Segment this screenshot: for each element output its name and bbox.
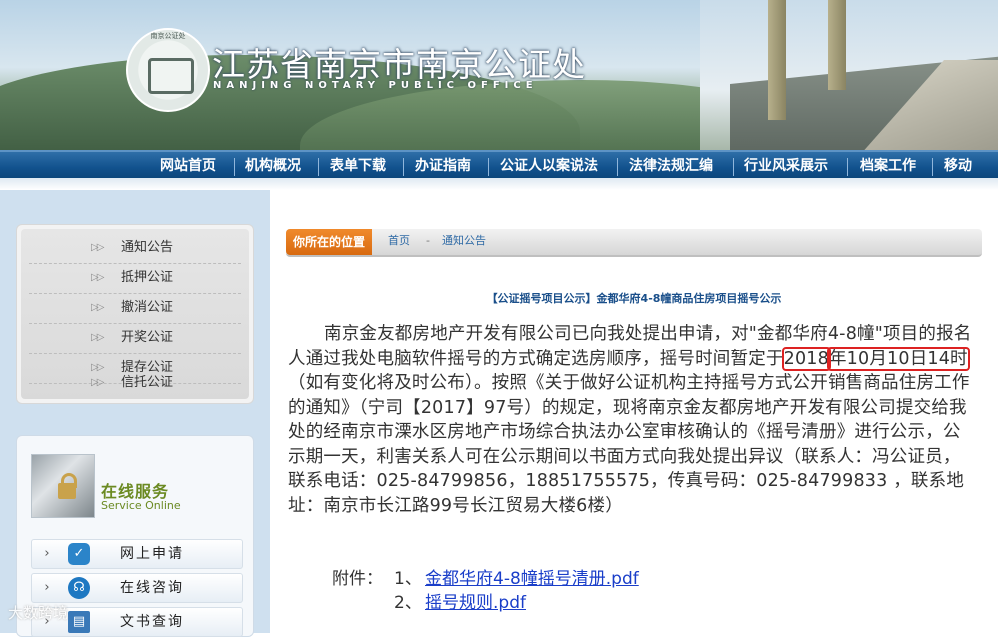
menu-item-label: 抵押公证	[121, 270, 174, 285]
nav-item-cases[interactable]: 公证人以案说法	[500, 152, 598, 180]
highlight-year: 2018	[781, 346, 831, 371]
attachment-link-text[interactable]: 摇号规则.pdf	[425, 593, 526, 613]
double-arrow-icon: ▷▷	[91, 302, 104, 313]
header-banner: 南京公证处 江苏省南京市南京公证处 NANJING NOTARY PUBLIC …	[0, 0, 998, 150]
checklist-icon: ✓	[68, 543, 90, 565]
service-item-label: 网上申请	[120, 546, 184, 562]
double-arrow-icon: ▷▷	[91, 377, 104, 388]
category-menu-inner: ▷▷ 通知公告 ▷▷ 抵押公证 ▷▷ 撤消公证 ▷▷ 开奖公证 ▷▷ 提存公证	[21, 229, 249, 399]
nav-item-guide[interactable]: 办证指南	[415, 152, 471, 180]
site-subtitle: NANJING NOTARY PUBLIC OFFICE	[213, 80, 538, 91]
menu-item-revoke[interactable]: ▷▷ 撤消公证	[21, 293, 249, 323]
highlight-date-time: 年10月10日14时	[826, 346, 970, 371]
nav-item-home[interactable]: 网站首页	[160, 152, 216, 180]
breadcrumb-separator: -	[426, 234, 430, 247]
nav-separator	[234, 158, 235, 176]
nav-shadow	[0, 178, 998, 190]
attachment-index: 1、	[394, 569, 422, 589]
service-lock-image	[31, 454, 95, 518]
nav-separator	[318, 158, 319, 176]
watermark: 大数跨境	[8, 604, 69, 622]
menu-item-mortgage[interactable]: ▷▷ 抵押公证	[21, 263, 249, 293]
notary-logo: 南京公证处	[126, 28, 210, 112]
category-menu: ▷▷ 通知公告 ▷▷ 抵押公证 ▷▷ 撤消公证 ▷▷ 开奖公证 ▷▷ 提存公证	[16, 224, 254, 404]
bridge-tower	[768, 0, 786, 120]
attachment-link-text[interactable]: 金都华府4-8幢摇号清册.pdf	[425, 569, 639, 589]
menu-item-label: 通知公告	[121, 240, 174, 255]
nav-separator	[932, 158, 933, 176]
site-title: 江苏省南京市南京公证处	[212, 45, 586, 84]
nav-separator	[488, 158, 489, 176]
menu-item-label: 信托公证	[121, 375, 174, 390]
attachment-link-2[interactable]: 摇号规则.pdf	[425, 588, 526, 613]
main-nav: 网站首页 机构概况 表单下载 办证指南 公证人以案说法 法律法规汇编 行业风采展…	[0, 150, 998, 180]
chevron-right-icon: ›	[44, 546, 50, 561]
attachment-index: 2、	[394, 593, 422, 613]
chevron-right-icon: ›	[44, 580, 50, 595]
nav-separator	[733, 158, 734, 176]
article-text-continued: （如有变化将及时公布）。按照《关于做好公证机构主持摇号方式公开销售商品住房工作的…	[288, 373, 970, 516]
menu-item-trust[interactable]: ▷▷ 信托公证	[21, 375, 249, 391]
nav-separator	[617, 158, 618, 176]
attachment-link-1[interactable]: 金都华府4-8幢摇号清册.pdf	[425, 564, 639, 589]
service-online-consult[interactable]: › ☊ 在线咨询	[31, 573, 243, 603]
breadcrumb-current-link[interactable]: 通知公告	[442, 229, 486, 253]
nav-item-showcase[interactable]: 行业风采展示	[744, 152, 828, 180]
menu-item-label: 撤消公证	[121, 300, 174, 315]
lock-body-icon	[58, 483, 76, 499]
nav-item-archives[interactable]: 档案工作	[860, 152, 916, 180]
headset-icon: ☊	[68, 577, 90, 599]
menu-item-lottery[interactable]: ▷▷ 开奖公证	[21, 323, 249, 353]
menu-item-label: 开奖公证	[121, 330, 174, 345]
breadcrumb-home-link[interactable]: 首页	[388, 229, 410, 253]
attachments-label: 附件：	[332, 569, 383, 589]
menu-item-notices[interactable]: ▷▷ 通知公告	[21, 233, 249, 263]
double-arrow-icon: ▷▷	[91, 332, 104, 343]
service-item-label: 在线咨询	[120, 580, 184, 596]
breadcrumb-tag: 你所在的位置	[286, 229, 372, 255]
bridge-tower	[828, 0, 846, 90]
service-online-apply[interactable]: › ✓ 网上申请	[31, 539, 243, 569]
left-sidebar: ▷▷ 通知公告 ▷▷ 抵押公证 ▷▷ 撤消公证 ▷▷ 开奖公证 ▷▷ 提存公证	[0, 190, 270, 637]
logo-emblem-icon	[148, 58, 194, 94]
nav-item-about[interactable]: 机构概况	[245, 152, 301, 180]
breadcrumb: 你所在的位置 首页 - 通知公告	[286, 229, 982, 257]
nav-separator	[847, 158, 848, 176]
nav-item-laws[interactable]: 法律法规汇编	[629, 152, 713, 180]
service-subtitle: Service Online	[101, 499, 181, 512]
nav-item-mobile[interactable]: 移动	[944, 152, 972, 180]
article-title: 【公证摇号项目公示】金都华府4-8幢商品住房项目摇号公示	[486, 292, 782, 305]
nav-separator	[403, 158, 404, 176]
article-body: 南京金友都房地产开发有限公司已向我处提出申请，对"金都华府4-8幢"项目的报名人…	[288, 322, 978, 518]
book-icon: ▤	[68, 611, 90, 633]
service-item-label: 文书查询	[120, 614, 184, 630]
nav-item-forms[interactable]: 表单下载	[330, 152, 386, 180]
double-arrow-icon: ▷▷	[91, 242, 104, 253]
double-arrow-icon: ▷▷	[91, 272, 104, 283]
